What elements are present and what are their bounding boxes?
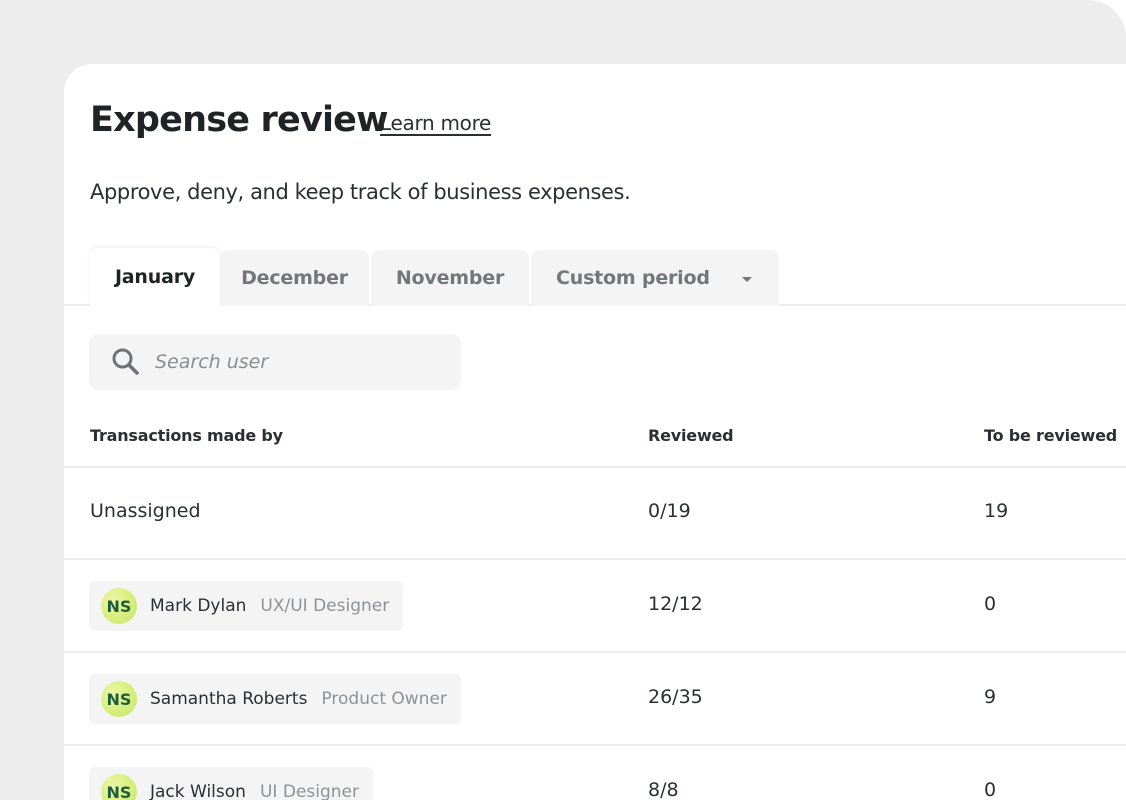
row-to-be-reviewed: 0 [984, 779, 997, 800]
avatar: NS [101, 681, 137, 717]
user-name: Jack Wilson [150, 782, 246, 800]
row-divider [64, 558, 1126, 560]
column-header-to-be-reviewed: To be reviewed [984, 426, 1118, 445]
avatar: NS [101, 588, 137, 624]
tab-november[interactable]: November [371, 250, 529, 306]
table-header-divider [64, 466, 1126, 468]
tab-label: January [114, 266, 196, 288]
search-icon [109, 345, 143, 379]
user-chip[interactable]: NS Samantha Roberts Product Owner [89, 674, 461, 724]
user-role: UI Designer [259, 782, 359, 800]
row-divider [64, 744, 1126, 746]
row-reviewed: 0/19 [648, 500, 691, 522]
row-reviewed: 12/12 [648, 593, 703, 615]
tab-label: Custom period [556, 267, 710, 289]
expense-review-card: Expense review Learn more Approve, deny,… [64, 64, 1126, 800]
user-chip[interactable]: NS Mark Dylan UX/UI Designer [89, 581, 404, 631]
row-reviewed: 8/8 [648, 779, 679, 800]
tab-december[interactable]: December [220, 250, 369, 306]
user-chip[interactable]: NS Jack Wilson UI Designer [89, 767, 373, 800]
column-header-reviewed: Reviewed [648, 426, 734, 445]
tab-custom-period[interactable]: Custom period [531, 250, 779, 306]
learn-more-link[interactable]: Learn more [380, 111, 491, 135]
search-input[interactable] [155, 351, 435, 373]
row-to-be-reviewed: 0 [984, 593, 997, 615]
column-header-transactions-made-by: Transactions made by [90, 426, 283, 445]
page-title: Expense review [90, 100, 388, 140]
user-role: Product Owner [321, 689, 447, 709]
tab-january[interactable]: January [90, 248, 220, 306]
user-name: Mark Dylan [150, 596, 247, 616]
user-role: UX/UI Designer [260, 596, 390, 616]
row-user-unassigned: Unassigned [90, 500, 201, 522]
user-name: Samantha Roberts [150, 689, 308, 709]
avatar: NS [101, 774, 137, 800]
search-box[interactable] [89, 334, 461, 390]
row-to-be-reviewed: 9 [984, 686, 997, 708]
tab-label: December [241, 267, 348, 289]
caret-down-icon [741, 276, 752, 282]
page-subtitle: Approve, deny, and keep track of busines… [90, 180, 631, 204]
tab-label: November [395, 267, 505, 289]
row-divider [64, 651, 1126, 653]
row-reviewed: 26/35 [648, 686, 703, 708]
app-background: Expense review Learn more Approve, deny,… [0, 0, 1126, 800]
row-to-be-reviewed: 19 [984, 500, 1009, 522]
